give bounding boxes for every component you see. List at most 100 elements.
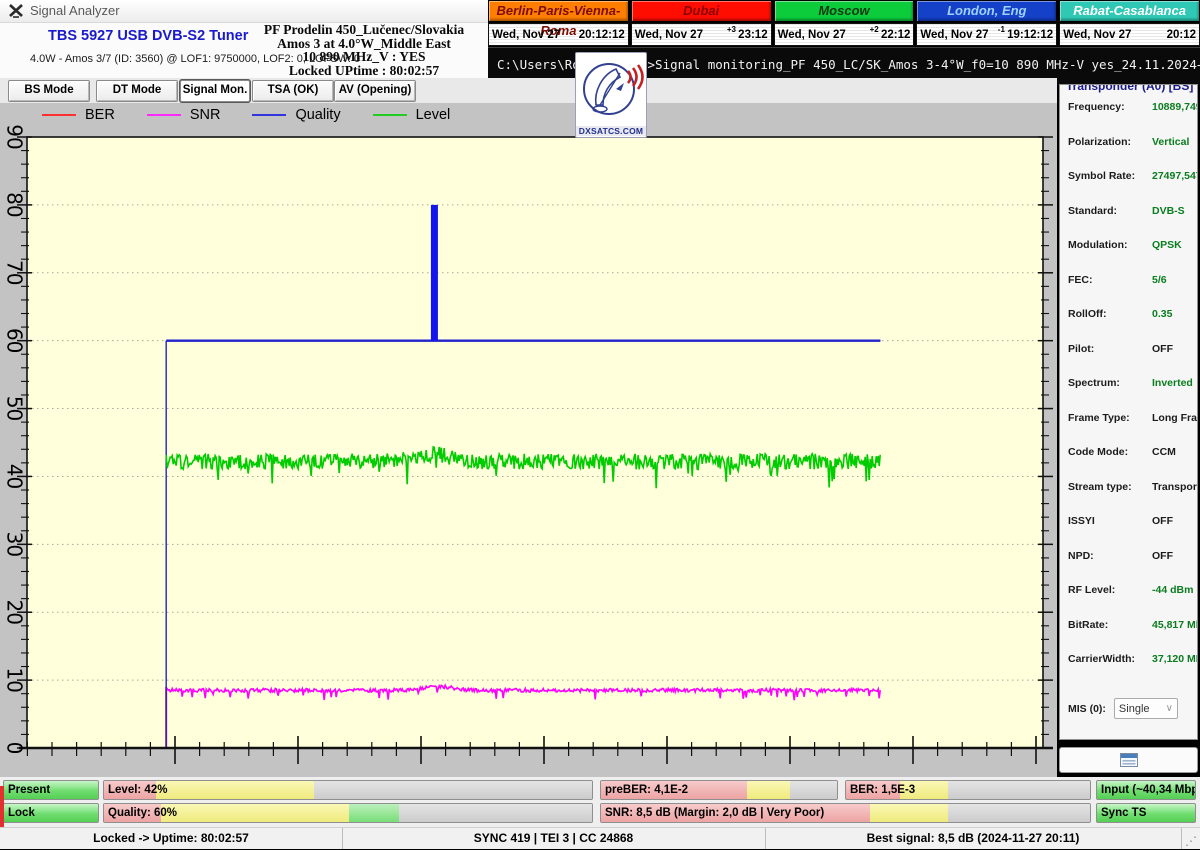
transponder-row: NPD:OFF — [1060, 544, 1197, 579]
legend-label: Quality — [295, 107, 340, 123]
gauge-segment-gray — [314, 781, 592, 799]
clock-1: Berlin-Paris-Vienna-RomaWed, Nov 2720:12… — [488, 0, 629, 47]
clock-3: MoscowWed, Nov 27+2 22:12 — [774, 0, 915, 47]
transponder-row: FEC:5/6 — [1060, 268, 1197, 303]
transponder-row-value: CCM — [1152, 446, 1176, 458]
transponder-row: Spectrum:Inverted — [1060, 371, 1197, 406]
clock-city: Berlin-Paris-Vienna-Roma — [488, 0, 629, 22]
chevron-down-icon: ∨ — [1166, 703, 1173, 714]
transponder-row-label: Stream type: — [1068, 481, 1152, 493]
transponder-rows: Frequency:10889,749 MHzPolarization:Vert… — [1060, 95, 1197, 682]
tab-signal-mon[interactable]: Signal Mon. — [180, 80, 250, 102]
gauge-segment-gray — [399, 804, 592, 822]
transponder-row-label: RollOff: — [1068, 308, 1152, 320]
transponder-row-label: BitRate: — [1068, 619, 1152, 631]
clock-city: London, Eng — [916, 0, 1057, 22]
gauge-zone: Present Level: 42% preBER: 4,1E-2 BER: 1,5E… — [0, 777, 1200, 827]
gauge-label: Quality: 60% — [108, 804, 177, 822]
gauge-segment-yellow — [156, 781, 314, 799]
svg-text:80: 80 — [3, 192, 27, 217]
transponder-row-label: Frequency: — [1068, 101, 1152, 113]
transponder-row-value: OFF — [1152, 515, 1173, 527]
signal-chart-svg: 9080706050403020100 — [0, 103, 1057, 777]
dish-info-line2: Amos 3 at 4.0°W_Middle East — [240, 37, 488, 51]
gauge-segment-yellow — [747, 781, 789, 799]
statusbar-section-1: Locked -> Uptime: 80:02:57 — [0, 828, 343, 849]
gauge-level: Level: 42% — [103, 780, 593, 800]
legend-label: BER — [85, 107, 115, 123]
clock-datetime: Wed, Nov 27-1 19:12:12 — [916, 23, 1057, 46]
clock-datetime: Wed, Nov 27+2 22:12 — [774, 23, 915, 46]
gauge-segment-yellow — [870, 804, 948, 822]
mis-select[interactable]: Single ∨ — [1114, 698, 1178, 719]
signal-chart-area: BERSNRQualityLevel 9080706050403020100 — [0, 103, 1057, 777]
gauge-present: Present — [3, 780, 99, 800]
gauge-segment-yellow — [161, 804, 350, 822]
legend-label: Level — [416, 107, 451, 123]
svg-text:30: 30 — [3, 532, 27, 557]
gauge-label: Lock — [8, 804, 35, 822]
mis-label: MIS (0): — [1068, 703, 1106, 715]
svg-text:40: 40 — [3, 464, 27, 489]
title-bar: Signal Analyzer — [0, 0, 488, 23]
clock-datetime: Wed, Nov 2720:12 — [1059, 23, 1200, 46]
clock-4: London, EngWed, Nov 27-1 19:12:12 — [916, 0, 1057, 47]
transponder-row: Pilot:OFF — [1060, 337, 1197, 372]
gauge-segment-gray — [790, 781, 837, 799]
mis-select-value: Single — [1119, 703, 1150, 715]
dish-info-line1: PF Prodelin 450_Lučenec/Slovakia — [240, 23, 488, 37]
transponder-row: Frame Type:Long Frame — [1060, 406, 1197, 441]
svg-text:20: 20 — [3, 599, 27, 624]
transponder-row-label: NPD: — [1068, 550, 1152, 562]
svg-text:90: 90 — [3, 124, 27, 149]
gauge-label: Input (~40,34 Mbps) — [1101, 781, 1196, 799]
gauge-label: Sync TS — [1101, 804, 1146, 822]
gauge-lock: Lock — [3, 803, 99, 823]
gauge-label: preBER: 4,1E-2 — [605, 781, 688, 799]
transponder-row-label: Symbol Rate: — [1068, 170, 1152, 182]
transponder-row: Polarization:Vertical — [1060, 130, 1197, 165]
transponder-row-label: Pilot: — [1068, 343, 1152, 355]
statusbar-section-2: SYNC 419 | TEI 3 | CC 24868 — [342, 828, 766, 849]
tab-bs-mode[interactable]: BS Mode — [8, 80, 90, 102]
transponder-row-label: Standard: — [1068, 205, 1152, 217]
svg-text:50: 50 — [3, 396, 27, 421]
transponder-row-value: -44 dBm — [1152, 584, 1193, 596]
statusbar-section-3: Best signal: 8,5 dB (2024-11-27 20:11) — [765, 828, 1182, 849]
transponder-row: BitRate:45,817 Mbit/s — [1060, 613, 1197, 648]
transponder-row-value: DVB-S — [1152, 205, 1185, 217]
transponder-row-label: RF Level: — [1068, 584, 1152, 596]
transponder-row-label: Code Mode: — [1068, 446, 1152, 458]
legend-item-ber: BER — [42, 107, 115, 123]
transponder-row-value: 45,817 Mbit/s — [1152, 619, 1198, 631]
gauge-label: BER: 1,5E-3 — [850, 781, 915, 799]
dxsatcs-logo-text: DXSATCS.COM — [576, 126, 646, 136]
dish-info-block: PF Prodelin 450_Lučenec/Slovakia Amos 3 … — [240, 23, 488, 78]
gauge-segment-gray — [948, 804, 1090, 822]
tab-tsa-ok[interactable]: TSA (OK) — [252, 80, 334, 102]
transponder-row-value: 27497,547 KS/s — [1152, 170, 1198, 182]
transponder-row: Symbol Rate:27497,547 KS/s — [1060, 164, 1197, 199]
svg-text:60: 60 — [3, 328, 27, 353]
transponder-panel-header: Transponder (A0) [BS] — [1066, 84, 1197, 93]
transponder-row: RollOff:0.35 — [1060, 302, 1197, 337]
mode-tabs-bar: BS Mode DT ModeSignal Mon.TSA (OK)AV (Ope… — [0, 78, 1057, 103]
chart-legend: BERSNRQualityLevel — [42, 107, 450, 123]
transponder-row-value: Inverted — [1152, 377, 1193, 389]
legend-swatch — [147, 114, 181, 116]
tab-av-opening[interactable]: AV (Opening) — [334, 80, 416, 102]
panel-bottom-button[interactable] — [1059, 747, 1198, 773]
list-window-icon — [1120, 753, 1138, 767]
gauge-label: Present — [8, 781, 50, 799]
transponder-row: CarrierWidth:37,120 MHz — [1060, 647, 1197, 682]
tab-dt-mode[interactable]: DT Mode — [96, 80, 178, 102]
svg-text:70: 70 — [3, 260, 27, 285]
resize-grip[interactable]: ⋰ — [1185, 834, 1197, 848]
transponder-row-value: Long Frame — [1152, 412, 1198, 424]
dish-info-line3: 10 890 MHz_V : YES — [240, 50, 488, 64]
world-clocks: Berlin-Paris-Vienna-Roma Wed, Nov 2720:12… — [488, 0, 1200, 47]
transponder-row-label: ISSYI — [1068, 515, 1152, 527]
clock-city: Moscow — [774, 0, 915, 22]
legend-item-level: Level — [373, 107, 451, 123]
transponder-row: RF Level:-44 dBm — [1060, 578, 1197, 613]
